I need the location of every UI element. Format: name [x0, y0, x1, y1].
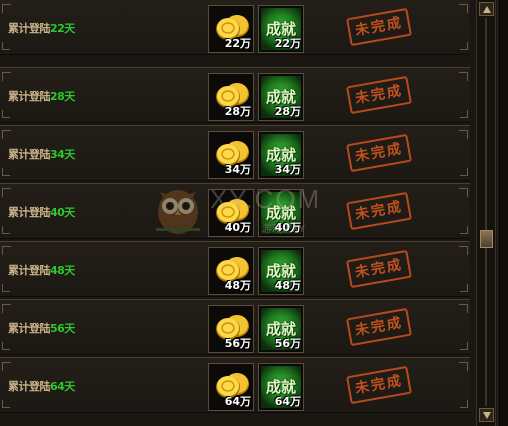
reward-row: 累计登陆28天 28万 成就 28万 未完成	[0, 67, 470, 123]
achievement-amount: 34万	[274, 163, 301, 176]
achievement-reward-slot[interactable]: 成就 64万	[258, 363, 304, 411]
requirement-days: 40天	[50, 206, 75, 219]
coin-amount: 22万	[224, 37, 251, 50]
reward-row: 累计登陆40天 40万 成就 40万 未完成	[0, 183, 470, 239]
requirement-label: 累计登陆	[8, 90, 51, 103]
status-stamp: 未完成	[346, 249, 412, 289]
coin-amount: 48万	[224, 279, 251, 292]
coin-reward-slot[interactable]: 22万	[208, 5, 254, 53]
login-requirement: 累计登陆34天	[8, 146, 75, 162]
achievement-amount: 56万	[274, 337, 301, 350]
coin-amount: 56万	[224, 337, 251, 350]
requirement-label: 累计登陆	[8, 322, 51, 335]
reward-list: 累计登陆22天 22万 成就 22万 未完成 累计登陆28天 28万 成就 28…	[0, 0, 472, 426]
achievement-reward-slot[interactable]: 成就 56万	[258, 305, 304, 353]
status-stamp: 未完成	[346, 75, 412, 115]
coin-reward-slot[interactable]: 40万	[208, 189, 254, 237]
scroll-up-button[interactable]	[479, 2, 494, 16]
requirement-label: 累计登陆	[8, 148, 51, 161]
scroll-track[interactable]	[485, 18, 487, 406]
coin-reward-slot[interactable]: 34万	[208, 131, 254, 179]
arrow-down-icon	[483, 412, 491, 419]
coin-reward-slot[interactable]: 64万	[208, 363, 254, 411]
login-requirement: 累计登陆40天	[8, 204, 75, 220]
requirement-days: 34天	[50, 148, 75, 161]
reward-row: 累计登陆34天 34万 成就 34万 未完成	[0, 125, 470, 181]
achievement-amount: 40万	[274, 221, 301, 234]
reward-row: 累计登陆56天 56万 成就 56万 未完成	[0, 299, 470, 355]
coin-amount: 64万	[224, 395, 251, 408]
scroll-down-button[interactable]	[479, 408, 494, 422]
login-requirement: 累计登陆28天	[8, 88, 75, 104]
coin-amount: 34万	[224, 163, 251, 176]
achievement-amount: 48万	[274, 279, 301, 292]
achievement-reward-slot[interactable]: 成就 22万	[258, 5, 304, 53]
achievement-reward-slot[interactable]: 成就 34万	[258, 131, 304, 179]
login-requirement: 累计登陆22天	[8, 20, 75, 36]
coin-reward-slot[interactable]: 48万	[208, 247, 254, 295]
coin-amount: 28万	[224, 105, 251, 118]
login-requirement: 累计登陆56天	[8, 320, 75, 336]
status-stamp: 未完成	[346, 365, 412, 405]
login-requirement: 累计登陆64天	[8, 378, 75, 394]
achievement-amount: 64万	[274, 395, 301, 408]
requirement-days: 28天	[50, 90, 75, 103]
achievement-amount: 28万	[274, 105, 301, 118]
requirement-label: 累计登陆	[8, 206, 51, 219]
requirement-label: 累计登陆	[8, 22, 51, 35]
achievement-amount: 22万	[274, 37, 301, 50]
achievement-reward-slot[interactable]: 成就 28万	[258, 73, 304, 121]
achievement-reward-slot[interactable]: 成就 40万	[258, 189, 304, 237]
reward-row: 累计登陆22天 22万 成就 22万 未完成	[0, 0, 470, 55]
status-stamp: 未完成	[346, 7, 412, 47]
status-stamp: 未完成	[346, 307, 412, 347]
coin-reward-slot[interactable]: 28万	[208, 73, 254, 121]
coin-reward-slot[interactable]: 56万	[208, 305, 254, 353]
scroll-thumb[interactable]	[480, 230, 493, 248]
login-requirement: 累计登陆48天	[8, 262, 75, 278]
status-stamp: 未完成	[346, 191, 412, 231]
reward-row: 累计登陆48天 48万 成就 48万 未完成	[0, 241, 470, 297]
requirement-days: 64天	[50, 380, 75, 393]
achievement-reward-slot[interactable]: 成就 48万	[258, 247, 304, 295]
coin-amount: 40万	[224, 221, 251, 234]
requirement-days: 56天	[50, 322, 75, 335]
panel-edge	[497, 0, 508, 426]
arrow-up-icon	[483, 6, 491, 13]
requirement-days: 48天	[50, 264, 75, 277]
vertical-scrollbar[interactable]	[476, 0, 496, 426]
requirement-days: 22天	[50, 22, 75, 35]
requirement-label: 累计登陆	[8, 380, 51, 393]
requirement-label: 累计登陆	[8, 264, 51, 277]
status-stamp: 未完成	[346, 133, 412, 173]
reward-row: 累计登陆64天 64万 成就 64万 未完成	[0, 357, 470, 413]
